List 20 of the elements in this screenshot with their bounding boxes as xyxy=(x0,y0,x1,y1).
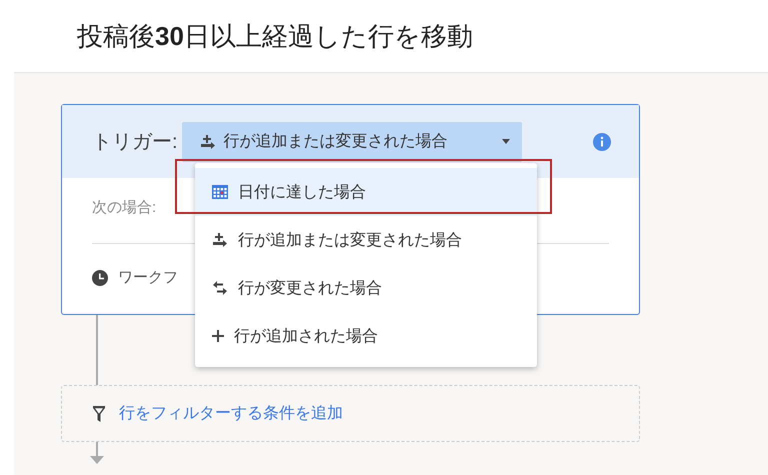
condition-label: 次の場合: xyxy=(92,198,158,217)
clock-icon xyxy=(92,270,108,286)
trigger-dropdown[interactable]: 行が追加または変更された場合 xyxy=(182,122,522,162)
page-title: 投稿後30日以上経過した行を移動 xyxy=(77,20,473,52)
add-row-icon xyxy=(200,134,216,150)
info-icon[interactable] xyxy=(593,132,611,150)
filter-icon xyxy=(93,406,105,422)
menu-item[interactable]: 日付に達した場合 xyxy=(195,168,537,216)
calendar-icon xyxy=(212,185,228,199)
schedule-label: ワークフ xyxy=(118,268,178,287)
menu-item[interactable]: 行が追加された場合 xyxy=(195,312,537,360)
down-arrow xyxy=(90,442,104,466)
add-row-icon xyxy=(212,232,228,248)
swap-arrows-icon xyxy=(212,280,228,296)
menu-item[interactable]: 行が変更された場合 xyxy=(195,264,537,312)
caret-icon xyxy=(502,139,510,144)
menu-item[interactable]: 行が追加または変更された場合 xyxy=(195,216,537,264)
trigger-label: トリガー: xyxy=(92,130,178,155)
plus-icon xyxy=(212,330,224,342)
add-filter-link[interactable]: 行をフィルターする条件を追加 xyxy=(119,403,343,424)
